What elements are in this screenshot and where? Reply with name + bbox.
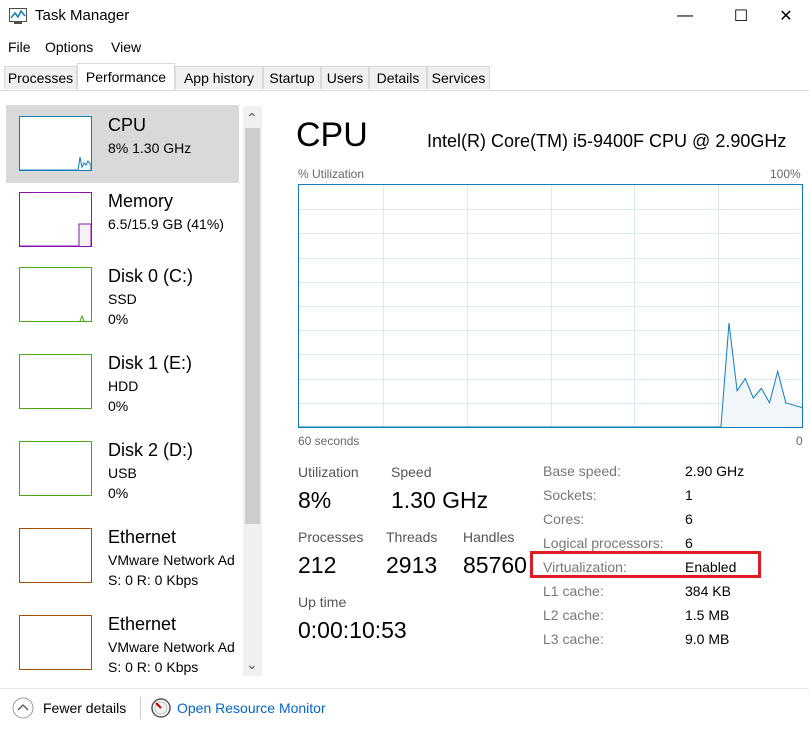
base-speed-value: 2.90 GHz [685,463,745,479]
l2-cache-value: 1.5 MB [685,607,730,623]
ethernet-thumbnail-graph [19,528,92,583]
sidebar-item-throughput: S: 0 R: 0 Kbps [108,572,199,588]
graph-y-max: 100% [770,167,801,181]
threads-value: 2913 [386,552,438,578]
utilization-label: Utilization [298,464,359,480]
sidebar-item-label: Ethernet [108,527,177,547]
sidebar-item-ethernet-1[interactable]: Ethernet VMware Network Ad S: 0 R: 0 Kbp… [6,517,239,595]
l3-cache-label: L3 cache: [543,631,604,647]
sidebar-item-usage: 0% [108,485,129,501]
sidebar-item-detail: HDD [108,378,139,394]
tab-details[interactable]: Details [369,66,427,89]
sidebar-item-label: Disk 1 (E:) [108,353,193,373]
tab-users[interactable]: Users [321,66,369,89]
tab-services[interactable]: Services [427,66,490,89]
threads-label: Threads [386,529,438,545]
tab-app-history[interactable]: App history [175,66,263,89]
sidebar-item-detail: 6.5/15.9 GB (41%) [108,216,224,232]
sidebar-item-cpu[interactable]: CPU 8% 1.30 GHz [6,105,239,183]
disk-thumbnail-graph [19,441,92,496]
scroll-down-icon[interactable]: ⌄ [246,656,258,673]
fewer-details-button[interactable]: Fewer details [43,700,126,716]
menu-options[interactable]: Options [45,39,93,55]
sidebar-item-label: Disk 0 (C:) [108,266,193,286]
uptime-value: 0:00:10:53 [298,617,407,643]
sidebar-item-throughput: S: 0 R: 0 Kbps [108,659,199,675]
title-bar: Task Manager — ☐ ✕ [0,0,809,34]
cpu-model: Intel(R) Core(TM) i5-9400F CPU @ 2.90GHz [427,131,787,151]
sidebar-item-detail: 8% 1.30 GHz [108,140,192,156]
sidebar-item-detail: USB [108,465,137,481]
tab-divider [0,90,809,91]
l2-cache-label: L2 cache: [543,607,604,623]
tab-startup[interactable]: Startup [263,66,321,89]
sidebar-item-detail: VMware Network Ad [108,552,235,568]
sidebar-item-label: Ethernet [108,614,177,634]
sidebar-item-label: CPU [108,115,147,135]
sockets-label: Sockets: [543,487,597,503]
cpu-thumbnail-graph [19,116,92,171]
scroll-up-icon[interactable]: ⌃ [246,110,258,127]
processes-label: Processes [298,529,364,545]
l3-cache-value: 9.0 MB [685,631,730,647]
logical-processors-value: 6 [685,535,693,551]
disk-thumbnail-graph [19,267,92,322]
sidebar-item-usage: 0% [108,398,129,414]
sidebar-item-label: Memory [108,191,174,211]
cpu-utilization-graph [298,184,803,428]
uptime-label: Up time [298,594,347,610]
tab-performance[interactable]: Performance [77,63,175,90]
window-title: Task Manager [35,7,130,24]
footer-divider [0,688,809,689]
l1-cache-value: 384 KB [685,583,731,599]
task-manager-icon [9,8,27,24]
maximize-button[interactable]: ☐ [718,0,764,32]
page-title: CPU [296,116,368,154]
handles-label: Handles [463,529,515,545]
resource-sidebar: CPU 8% 1.30 GHz Memory 6.5/15.9 GB (41%)… [0,100,243,680]
sidebar-item-detail: VMware Network Ad [108,639,235,655]
utilization-area [299,322,802,427]
menu-view[interactable]: View [111,39,141,55]
speed-value: 1.30 GHz [391,487,489,513]
sidebar-item-usage: 0% [108,311,129,327]
sidebar-scroll-thumb[interactable] [245,128,260,524]
resource-monitor-icon [151,698,171,718]
ethernet-thumbnail-graph [19,615,92,670]
graph-y-label: % Utilization [298,167,365,181]
cores-label: Cores: [543,511,585,527]
sidebar-item-disk-1[interactable]: Disk 1 (E:) HDD 0% [6,343,239,421]
speed-label: Speed [391,464,432,480]
sidebar-item-detail: SSD [108,291,137,307]
base-speed-label: Base speed: [543,463,621,479]
menu-file[interactable]: File [8,39,31,55]
virtualization-highlight-box [530,551,761,578]
graph-time-span: 60 seconds [298,434,360,448]
sidebar-item-disk-0[interactable]: Disk 0 (C:) SSD 0% [6,256,239,334]
graph-y-min: 0 [796,434,803,448]
chevron-up-icon[interactable] [12,697,34,719]
utilization-chart [299,185,802,427]
handles-value: 85760 [463,552,527,578]
sidebar-item-label: Disk 2 (D:) [108,440,193,460]
footer-separator [140,697,141,719]
disk-thumbnail-graph [19,354,92,409]
logical-processors-label: Logical processors: [543,535,664,551]
sidebar-item-disk-2[interactable]: Disk 2 (D:) USB 0% [6,430,239,508]
tab-processes[interactable]: Processes [4,66,77,89]
l1-cache-label: L1 cache: [543,583,604,599]
utilization-value: 8% [298,487,332,513]
sidebar-item-memory[interactable]: Memory 6.5/15.9 GB (41%) [6,181,239,259]
minimize-button[interactable]: — [662,0,708,32]
open-resource-monitor-link[interactable]: Open Resource Monitor [177,700,326,716]
cores-value: 6 [685,511,693,527]
sockets-value: 1 [685,487,693,503]
sidebar-item-ethernet-2[interactable]: Ethernet VMware Network Ad S: 0 R: 0 Kbp… [6,604,239,680]
close-button[interactable]: ✕ [763,0,809,32]
memory-thumbnail-graph [19,192,92,247]
processes-value: 212 [298,552,337,578]
